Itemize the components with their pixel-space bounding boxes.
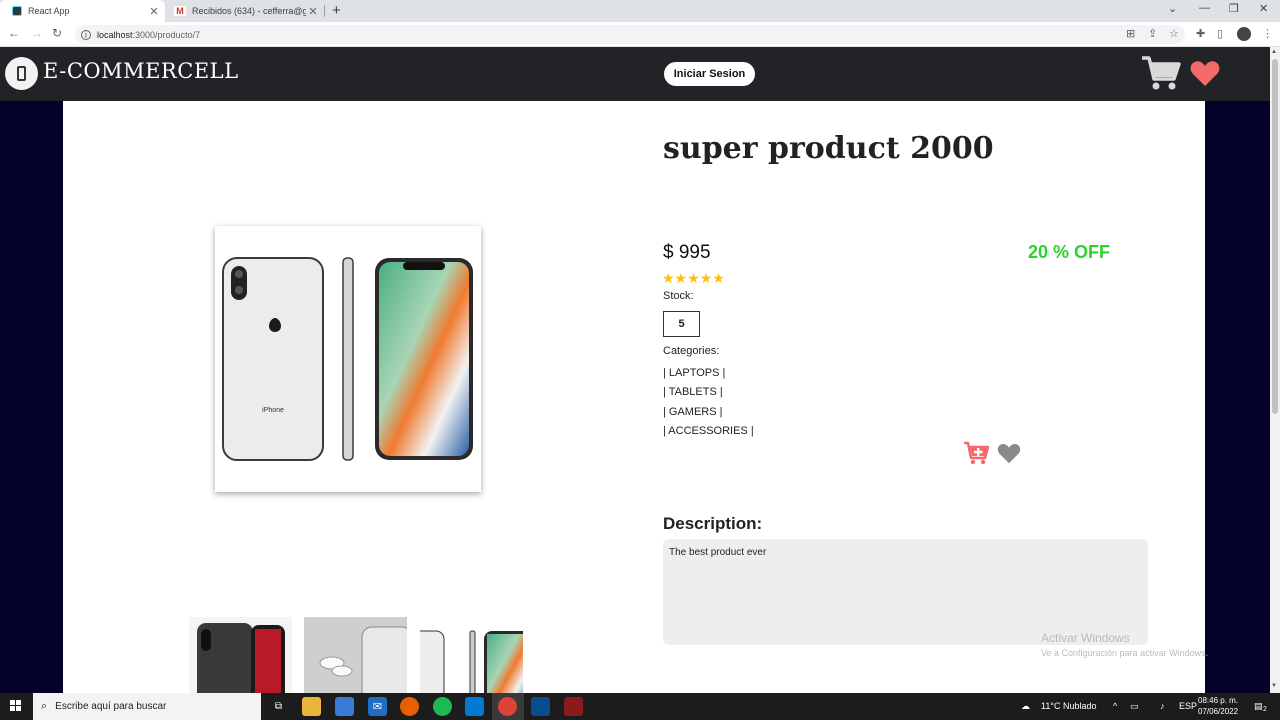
favorites-heart-icon[interactable]: [1190, 60, 1220, 87]
activation-watermark-title: Activar Windows: [1041, 631, 1130, 645]
stock-label: Stock:: [663, 290, 694, 302]
site-info-icon[interactable]: i: [81, 29, 91, 40]
app-navbar: E-COMMERCELL Iniciar Sesion: [0, 47, 1270, 101]
store-icon[interactable]: [335, 697, 354, 716]
gmail-favicon-icon: M: [174, 6, 186, 16]
volume-icon[interactable]: ♪: [1160, 701, 1165, 711]
tab-title: React App: [28, 6, 70, 16]
product-title: super product 2000: [663, 131, 994, 166]
category-tablets[interactable]: | TABLETS |: [663, 386, 723, 398]
taskbar-search-box[interactable]: ⌕ Escribe aquí para buscar: [33, 693, 261, 720]
browser-tab-strip: React App ✕ M Recibidos (634) - cefferra…: [0, 0, 1280, 22]
menu-kebab-icon[interactable]: ⋮: [1262, 27, 1273, 40]
windows-start-icon[interactable]: [10, 700, 22, 712]
notifications-icon[interactable]: ▤: [1254, 701, 1263, 712]
language-indicator[interactable]: ESP: [1179, 701, 1197, 711]
weather-text[interactable]: 11°C Nublado: [1041, 701, 1096, 711]
mail-icon[interactable]: ✉: [368, 697, 387, 716]
scroll-up-icon[interactable]: ▲: [1271, 49, 1277, 55]
network-icon[interactable]: ▭: [1130, 701, 1139, 712]
vscode-icon[interactable]: [465, 697, 484, 716]
back-icon[interactable]: ←: [8, 26, 20, 40]
close-window-icon[interactable]: ✕: [1259, 2, 1268, 15]
product-price: $ 995: [663, 242, 711, 263]
description-label: Description:: [663, 514, 763, 533]
add-to-cart-icon[interactable]: [963, 441, 989, 465]
categories-label: Categories:: [663, 345, 720, 357]
file-explorer-icon[interactable]: [302, 697, 321, 716]
product-detail-panel: iPhone super product 2000 $ 995 20 % OFF…: [63, 101, 1205, 693]
chrome-icon[interactable]: [498, 697, 517, 716]
clock-date: 07/06/2022: [1198, 707, 1239, 716]
task-view-icon[interactable]: ⧉: [269, 697, 288, 716]
add-to-favorites-icon[interactable]: [997, 443, 1021, 464]
address-bar[interactable]: i localhost:3000/producto/7: [75, 25, 1185, 44]
scroll-down-icon[interactable]: ▼: [1271, 683, 1277, 689]
tab-gmail[interactable]: M Recibidos (634) - cefferra@gmail.com ✕: [166, 0, 324, 22]
bookmark-star-icon[interactable]: ☆: [1169, 27, 1179, 40]
translate-icon[interactable]: ⊞: [1126, 27, 1135, 40]
app-icon[interactable]: [531, 697, 550, 716]
spotify-icon[interactable]: [433, 697, 452, 716]
main-product-image[interactable]: iPhone: [215, 226, 481, 492]
brand-title[interactable]: E-COMMERCELL: [43, 59, 239, 83]
discount-badge: 20 % OFF: [1028, 242, 1111, 262]
url-host: localhost: [97, 29, 133, 40]
logo-icon[interactable]: [5, 57, 38, 90]
cart-icon[interactable]: [1141, 55, 1181, 91]
login-button[interactable]: Iniciar Sesion: [664, 62, 755, 86]
scrollbar-thumb[interactable]: [1272, 59, 1278, 414]
new-tab-icon[interactable]: +: [332, 2, 341, 19]
url-path: :3000/producto/7: [132, 29, 201, 40]
stock-value: 5: [663, 311, 700, 337]
profile-avatar[interactable]: [1237, 27, 1251, 41]
phone-brand-text: iPhone: [262, 407, 284, 414]
extensions-icon[interactable]: ✚: [1196, 27, 1205, 40]
rating-stars: ★★★★★: [662, 270, 725, 286]
close-tab-icon[interactable]: ✕: [147, 5, 161, 18]
side-panel-icon[interactable]: ▯: [1217, 27, 1223, 40]
windows-taskbar: ⌕ Escribe aquí para buscar ⧉ ✉ ☁ 11°C Nu…: [0, 693, 1280, 720]
category-laptops[interactable]: | LAPTOPS |: [663, 367, 725, 379]
reload-icon[interactable]: ↻: [52, 26, 62, 40]
clock[interactable]: 08:46 p. m. 07/06/2022: [1198, 695, 1238, 717]
weather-icon[interactable]: ☁: [1021, 701, 1030, 712]
thumbnail-image[interactable]: [304, 617, 407, 693]
close-tab-icon[interactable]: ✕: [306, 5, 320, 18]
firefox-icon[interactable]: [400, 697, 419, 716]
thumbnail-image[interactable]: [420, 617, 523, 693]
forward-icon[interactable]: →: [31, 26, 43, 40]
activation-watermark-text: Ve a Configuración para activar Windows.: [1041, 648, 1209, 658]
minimize-icon[interactable]: —: [1199, 2, 1210, 14]
category-gamers[interactable]: | GAMERS |: [663, 406, 723, 418]
browser-toolbar: ← → ↻ i localhost:3000/producto/7 ⊞ ⇪ ☆ …: [0, 22, 1280, 47]
description-box: The best product ever: [663, 539, 1148, 645]
react-favicon-icon: [12, 6, 22, 16]
tab-search-icon[interactable]: ⌄: [1168, 2, 1177, 15]
notification-count: 2: [1263, 706, 1267, 713]
tray-chevron-icon[interactable]: ^: [1113, 701, 1117, 711]
tab-separator: [324, 5, 325, 17]
tab-react-app[interactable]: React App ✕: [0, 0, 165, 22]
winrar-icon[interactable]: [564, 697, 583, 716]
search-icon: ⌕: [41, 700, 48, 712]
search-placeholder: Escribe aquí para buscar: [55, 701, 167, 712]
restore-icon[interactable]: ❐: [1229, 2, 1239, 15]
tab-title: Recibidos (634) - cefferra@gmail.com: [192, 6, 306, 16]
thumbnail-image[interactable]: [189, 617, 292, 693]
share-icon[interactable]: ⇪: [1148, 27, 1157, 40]
clock-time: 08:46 p. m.: [1198, 696, 1239, 705]
page-scrollbar[interactable]: ▲ ▼: [1270, 47, 1280, 693]
category-accessories[interactable]: | ACCESSORIES |: [663, 425, 754, 437]
